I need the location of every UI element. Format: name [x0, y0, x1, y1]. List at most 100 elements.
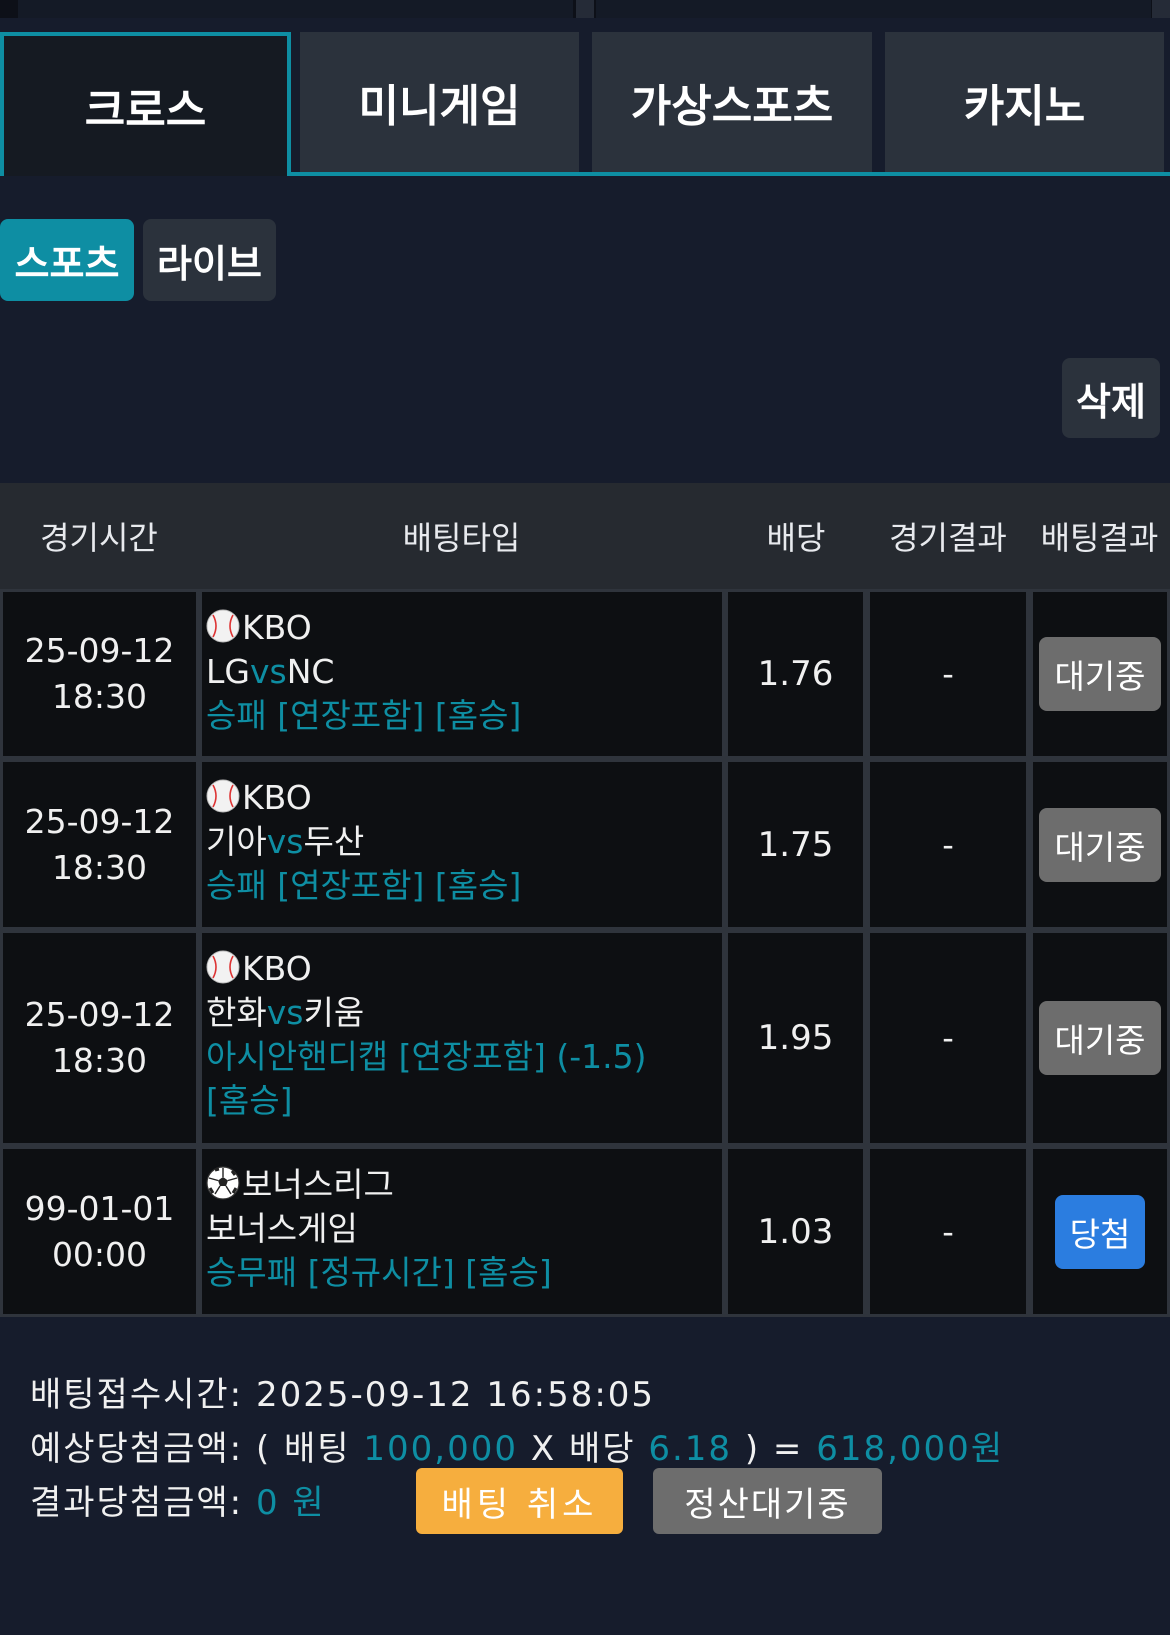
time-cell: 25-09-12 18:30: [3, 933, 196, 1143]
bet-result-cell: 대기중: [1033, 592, 1167, 756]
game-time: 18:30: [51, 847, 148, 887]
odds-value: 1.76: [757, 654, 834, 694]
league-name: KBO: [242, 949, 312, 988]
game-date: 25-09-12: [24, 801, 175, 841]
bet-amount: 100,000: [363, 1429, 519, 1469]
tab-casino[interactable]: 카지노: [885, 32, 1164, 172]
baseball-icon: [206, 950, 240, 984]
expected-win-line: 예상당첨금액: ( 배팅 100,000 X 배당 6.18 ) = 618,0…: [30, 1421, 1004, 1470]
table-row: 25-09-12 18:30 KBO 기아vs두산 승패 [연장포함] [홈승] …: [0, 759, 1170, 930]
game-result-cell: -: [870, 933, 1026, 1143]
header-game-time: 경기시간: [40, 519, 158, 557]
game-date: 25-09-12: [24, 631, 175, 670]
status-label: 대기중: [1054, 1021, 1146, 1060]
game-result-cell: -: [870, 762, 1026, 927]
odds-cell: 1.75: [728, 762, 863, 927]
game-date: 25-09-12: [24, 995, 175, 1034]
accept-time-value: 2025-09-12 16:58:05: [255, 1375, 656, 1415]
baseball-icon: [206, 609, 240, 643]
away-team: 키움: [303, 993, 365, 1032]
tab-virtual-sports[interactable]: 가상스포츠: [592, 32, 872, 172]
baseball-icon: [206, 779, 240, 813]
cancel-bet-button[interactable]: 배팅 취소: [416, 1468, 623, 1534]
bet-type: 아시안핸디캡 [연장포함] (-1.5): [206, 1037, 647, 1076]
status-badge-pending[interactable]: 대기중: [1039, 1001, 1161, 1075]
home-team: 한화: [206, 993, 267, 1032]
game-time: 18:30: [51, 1041, 148, 1080]
times-sign: X: [530, 1429, 557, 1469]
tab-cross[interactable]: 크로스: [0, 32, 291, 176]
table-row: 25-09-12 18:30 KBO LGvsNC 승패 [연장포함] [홈승] …: [0, 589, 1170, 759]
result-label: 결과당첨금액:: [30, 1483, 244, 1523]
top-strip-divider: [1152, 0, 1170, 18]
game-result: -: [942, 655, 954, 693]
status-label: 당첨: [1069, 1214, 1131, 1254]
top-strip-divider: [576, 0, 594, 18]
away-team: 두산: [303, 822, 365, 861]
soccer-ball-icon: [206, 1166, 240, 1200]
subtab-live[interactable]: 라이브: [143, 219, 276, 301]
status-badge-pending[interactable]: 대기중: [1039, 807, 1161, 882]
game-result: -: [942, 1019, 954, 1057]
vs-label: vs: [266, 822, 304, 861]
odds-value: 1.03: [757, 1211, 834, 1252]
tab-label: 미니게임: [358, 81, 521, 132]
equals-sign: =: [772, 1429, 804, 1469]
result-win-line: 결과당첨금액: 0 원: [30, 1475, 326, 1524]
time-cell: 25-09-12 18:30: [3, 762, 196, 927]
bet-info-cell: 보너스리그 보너스게임 승무패 [정규시간] [홈승]: [202, 1149, 722, 1314]
settlement-pending-label: 정산대기중: [684, 1484, 851, 1525]
expected-label: 예상당첨금액:: [30, 1429, 244, 1469]
expected-amount: 618,000원: [816, 1429, 1005, 1469]
open-paren: (: [255, 1429, 272, 1469]
delete-button[interactable]: 삭제: [1062, 358, 1160, 438]
accept-time-line: 배팅접수시간: 2025-09-12 16:58:05: [30, 1367, 655, 1416]
bet-type: 승패 [연장포함] [홈승]: [206, 696, 522, 735]
top-strip: [0, 0, 1170, 18]
top-strip-segment: [18, 0, 573, 18]
table-row: 25-09-12 18:30 KBO 한화vs키움 아시안핸디캡 [연장포함] (…: [0, 930, 1170, 1146]
bet-info-cell: KBO 기아vs두산 승패 [연장포함] [홈승]: [202, 762, 722, 927]
status-label: 대기중: [1054, 827, 1146, 867]
bet-type: 승무패 [정규시간] [홈승]: [206, 1253, 552, 1292]
settlement-pending-button[interactable]: 정산대기중: [653, 1468, 882, 1534]
status-label: 대기중: [1054, 657, 1146, 696]
header-game-result: 경기결과: [889, 519, 1007, 557]
odds-value: 1.95: [757, 1018, 834, 1058]
league-name: 보너스리그: [242, 1165, 394, 1204]
tab-label: 가상스포츠: [630, 81, 834, 132]
odds-value: 1.75: [757, 824, 834, 865]
subtab-label: 라이브: [157, 241, 262, 286]
bet-type-continued: [홈승]: [206, 1081, 293, 1120]
match-name: 보너스게임: [206, 1209, 358, 1248]
subtab-label: 스포츠: [14, 241, 120, 286]
odds-cell: 1.95: [728, 933, 863, 1143]
cancel-bet-label: 배팅 취소: [441, 1484, 598, 1525]
tab-minigame[interactable]: 미니게임: [300, 32, 579, 172]
game-result: -: [942, 1212, 954, 1251]
odds-cell: 1.76: [728, 592, 863, 756]
delete-label: 삭제: [1076, 379, 1146, 424]
game-result: -: [942, 825, 954, 864]
close-paren: ): [744, 1429, 761, 1469]
header-odds: 배당: [766, 519, 826, 557]
league-name: KBO: [242, 778, 312, 817]
status-badge-won[interactable]: 당첨: [1055, 1194, 1145, 1269]
bet-result-cell: 대기중: [1033, 933, 1167, 1143]
table-row: 99-01-01 00:00 보너스리그 보너스게임 승무패 [정규시간] [홈승…: [0, 1146, 1170, 1317]
main-tabs: 크로스 미니게임 가상스포츠 카지노: [0, 32, 1170, 176]
home-team: 기아: [206, 822, 267, 861]
result-amount: 0: [255, 1483, 280, 1523]
bet-type: 승패 [연장포함] [홈승]: [206, 866, 522, 905]
tab-label: 크로스: [84, 85, 207, 136]
away-team: NC: [286, 652, 335, 691]
game-time: 18:30: [51, 677, 148, 716]
game-result-cell: -: [870, 592, 1026, 756]
accept-time-label: 배팅접수시간:: [30, 1375, 244, 1415]
table-header: 경기시간 배팅타입 배당 경기결과 배팅결과: [0, 483, 1170, 589]
bet-info-cell: KBO 한화vs키움 아시안핸디캡 [연장포함] (-1.5) [홈승]: [202, 933, 722, 1143]
status-badge-pending[interactable]: 대기중: [1039, 637, 1161, 711]
total-odds: 6.18: [648, 1429, 733, 1469]
bet-label: 배팅: [284, 1429, 351, 1469]
subtab-sports[interactable]: 스포츠: [0, 219, 134, 301]
